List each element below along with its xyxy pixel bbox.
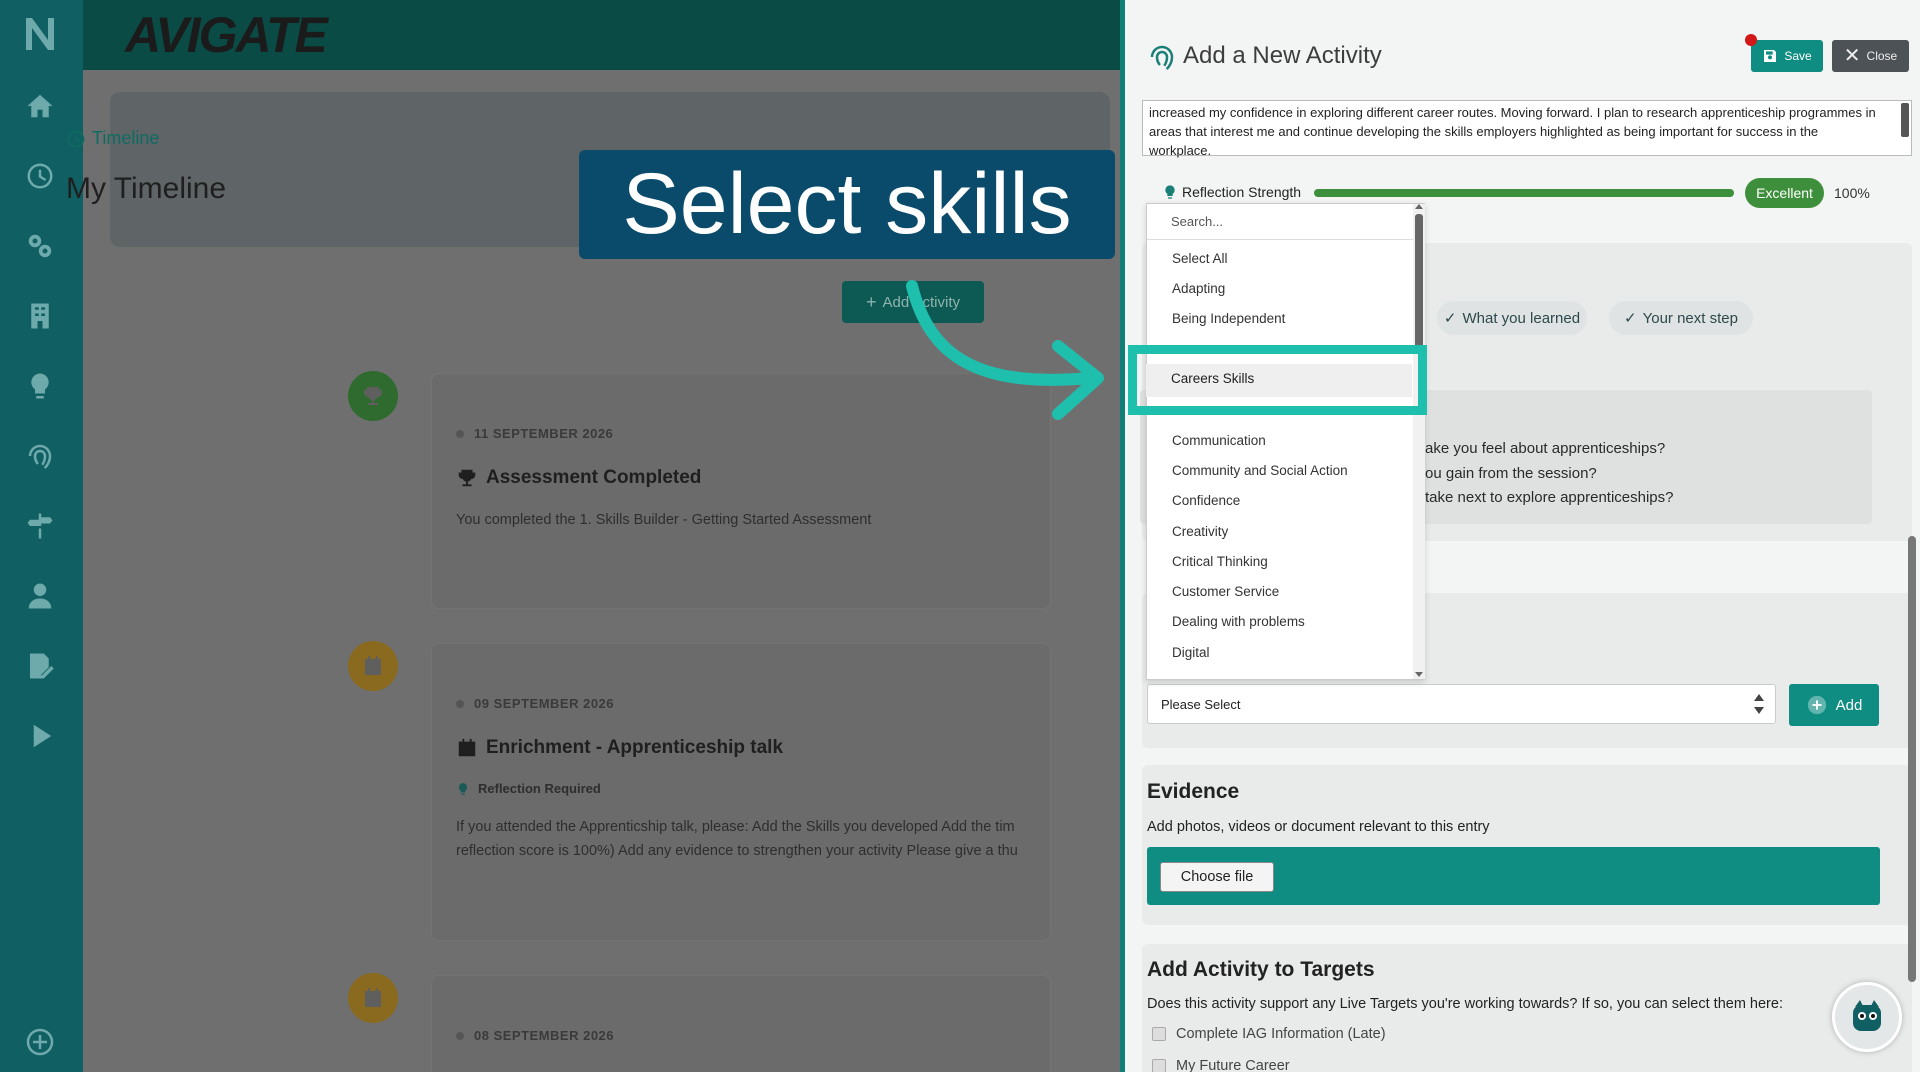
home-icon[interactable] xyxy=(20,86,60,126)
timeline-date: 08 SEPTEMBER 2026 xyxy=(456,1028,614,1043)
dropdown-option[interactable]: Being Independent xyxy=(1172,311,1285,326)
skills-dropdown: Search... Select All Adapting Being Inde… xyxy=(1146,203,1425,680)
targets-title: Add Activity to Targets xyxy=(1147,958,1375,981)
floppy-disk-icon xyxy=(1764,50,1777,62)
target-checkbox[interactable]: Complete IAG Information (Late) xyxy=(1152,1026,1386,1042)
close-button[interactable]: ✕ Close xyxy=(1832,40,1909,72)
prompt-line: ake you feel about apprenticeships? xyxy=(1425,440,1666,457)
reflection-textarea[interactable]: increased my confidence in exploring dif… xyxy=(1142,100,1912,158)
save-button[interactable]: Save xyxy=(1751,40,1823,72)
play-icon[interactable] xyxy=(20,716,60,756)
strength-badge: Excellent xyxy=(1745,178,1824,208)
breadcrumb-label: Timeline xyxy=(92,128,160,148)
timeline-date: 09 SEPTEMBER 2026 xyxy=(456,696,614,711)
sidebar xyxy=(0,0,83,1072)
add-circle-icon[interactable] xyxy=(20,1022,60,1062)
skill-select[interactable]: Please Select xyxy=(1147,684,1776,724)
dropdown-option[interactable]: Customer Service xyxy=(1172,584,1279,599)
target-checkbox[interactable]: My Future Career xyxy=(1152,1059,1290,1072)
timeline-title: Enrichment - Apprenticeship talk xyxy=(456,737,783,759)
timeline-card[interactable]: 08 SEPTEMBER 2026 xyxy=(431,975,1051,1072)
top-bar: AVIGATE xyxy=(83,0,1120,70)
assistant-avatar-icon[interactable] xyxy=(1832,982,1902,1052)
checkbox-icon xyxy=(1152,1059,1166,1072)
lightbulb-icon xyxy=(1165,185,1175,199)
evidence-title: Evidence xyxy=(1147,780,1240,803)
timeline-text: You completed the 1. Skills Builder - Ge… xyxy=(456,512,872,528)
unsaved-indicator xyxy=(1745,34,1757,46)
check-icon: ✓ xyxy=(1443,310,1457,327)
calendar-marker-icon xyxy=(348,641,398,691)
targets-description: Does this activity support any Live Targ… xyxy=(1147,996,1783,1012)
strength-percent: 100% xyxy=(1834,185,1870,201)
panel-title: Add a New Activity xyxy=(1183,42,1382,69)
brand-logo-text: AVIGATE xyxy=(125,7,328,63)
plus-icon: + xyxy=(865,291,877,312)
panel-scrollbar[interactable] xyxy=(1907,100,1917,1072)
step-what-you-learned[interactable]: ✓ What you learned xyxy=(1437,301,1587,335)
signpost-icon[interactable] xyxy=(20,506,60,546)
dropdown-option[interactable]: Digital xyxy=(1172,645,1210,660)
dropdown-option[interactable]: Confidence xyxy=(1172,493,1240,508)
trophy-marker-icon xyxy=(348,371,398,421)
edit-document-icon[interactable] xyxy=(20,646,60,686)
dropdown-search-input[interactable]: Search... xyxy=(1147,204,1413,240)
scroll-up-icon[interactable] xyxy=(1415,204,1423,209)
reflection-required-flag: Reflection Required xyxy=(456,781,601,796)
building-icon[interactable] xyxy=(20,296,60,336)
dropdown-option[interactable]: Community and Social Action xyxy=(1172,463,1348,478)
timeline-card[interactable]: 09 SEPTEMBER 2026 Enrichment - Apprentic… xyxy=(431,643,1051,941)
choose-file-button[interactable]: Choose file xyxy=(1160,862,1274,892)
timeline-text: reflection score is 100%) Add any eviden… xyxy=(456,843,1018,859)
step-your-next-step[interactable]: ✓ Your next step xyxy=(1609,301,1753,335)
dropdown-option-label: Careers Skills xyxy=(1171,371,1255,386)
check-icon: ✓ xyxy=(1624,310,1637,327)
prompt-line: take next to explore apprenticeships? xyxy=(1425,489,1674,506)
close-icon: ✕ xyxy=(1843,45,1861,67)
scroll-down-icon[interactable] xyxy=(1415,672,1423,677)
dropdown-option[interactable]: Select All xyxy=(1172,251,1228,266)
timeline-title: Assessment Completed xyxy=(456,467,701,489)
dropdown-option[interactable]: Critical Thinking xyxy=(1172,554,1268,569)
fingerprint-icon xyxy=(1150,45,1174,70)
checkbox-icon xyxy=(1152,1027,1166,1041)
evidence-description: Add photos, videos or document relevant … xyxy=(1147,819,1490,835)
dropdown-scrollbar[interactable] xyxy=(1413,204,1425,679)
calendar-marker-icon xyxy=(348,973,398,1023)
page-title: My Timeline xyxy=(66,172,227,205)
select-caret-icon xyxy=(1754,694,1764,714)
add-skill-button[interactable]: Add xyxy=(1789,684,1879,726)
clock-icon xyxy=(67,130,85,147)
strength-label: Reflection Strength xyxy=(1162,184,1301,200)
dropdown-option[interactable]: Adapting xyxy=(1172,281,1225,296)
prompt-line: ou gain from the session? xyxy=(1425,465,1597,482)
strength-progress-bar xyxy=(1314,189,1734,197)
calendar-icon xyxy=(458,738,476,757)
tutorial-callout: Select skills xyxy=(579,150,1115,259)
panel-header: Add a New Activity Save ✕ Close xyxy=(1125,0,1920,104)
dropdown-option[interactable]: Creativity xyxy=(1172,524,1228,539)
timeline-text: If you attended the Apprenticship talk, … xyxy=(456,819,1015,835)
dropdown-option[interactable]: Dealing with problems xyxy=(1172,614,1305,629)
user-icon[interactable] xyxy=(20,576,60,616)
fingerprint-icon[interactable] xyxy=(20,436,60,476)
lightbulb-icon xyxy=(458,782,468,795)
gears-icon[interactable] xyxy=(20,226,60,266)
plus-circle-icon xyxy=(1807,695,1826,715)
pointer-arrow-icon xyxy=(906,280,1104,420)
lightbulb-icon[interactable] xyxy=(20,366,60,406)
app-logo-icon[interactable] xyxy=(20,14,60,54)
clock-icon[interactable] xyxy=(20,156,60,196)
dropdown-option[interactable]: Communication xyxy=(1172,433,1266,448)
timeline-date: 11 SEPTEMBER 2026 xyxy=(456,426,613,441)
breadcrumb[interactable]: Timeline xyxy=(66,128,159,149)
trophy-icon xyxy=(458,469,476,487)
